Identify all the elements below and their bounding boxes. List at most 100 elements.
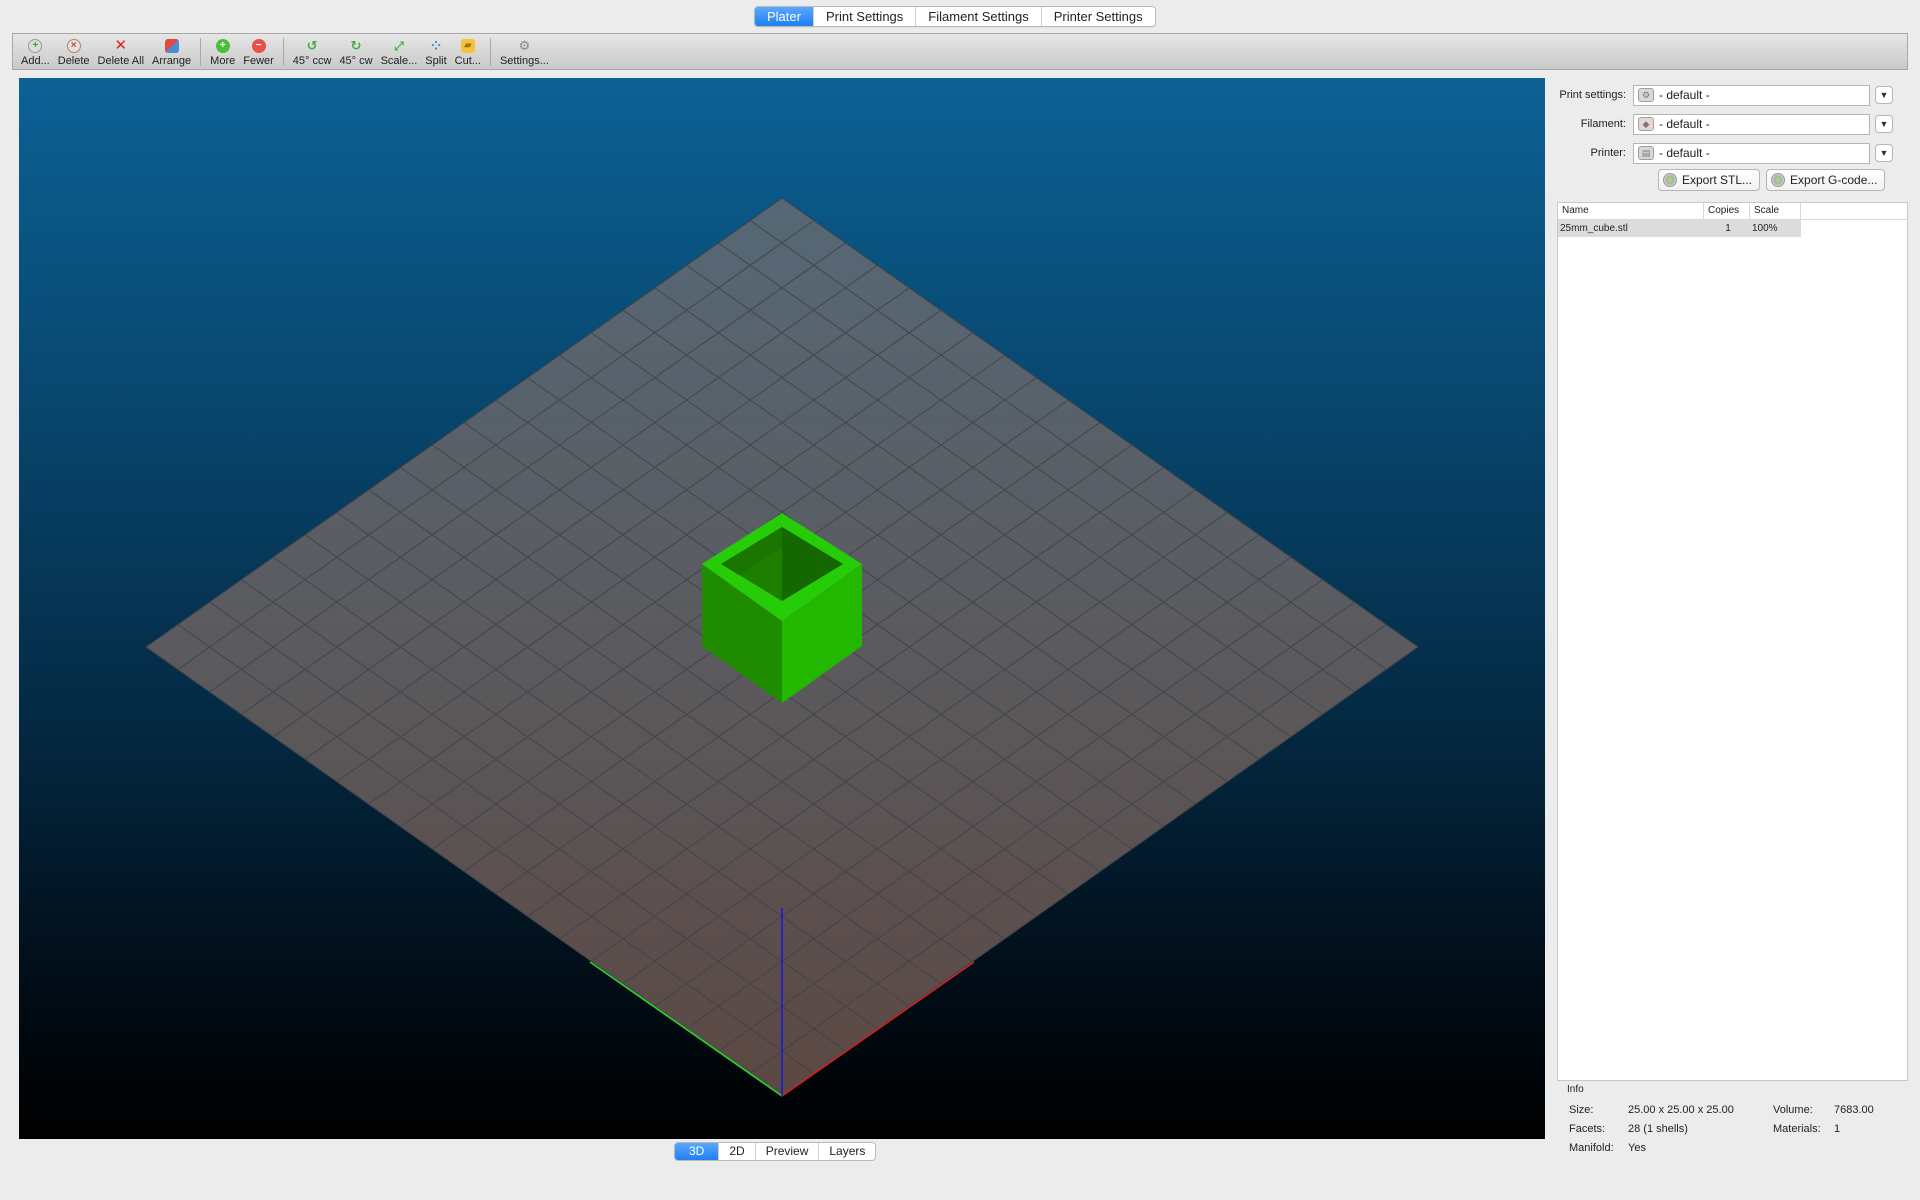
delete-button[interactable]: × Delete <box>58 34 90 67</box>
filament-combo[interactable]: ◆ - default - <box>1633 113 1870 135</box>
filament-row: Filament: ◆ - default - ▼ <box>1555 113 1910 135</box>
print-settings-gear-icon: ⚙ <box>1638 88 1654 102</box>
rotate-cw-button[interactable]: ↻ 45° cw <box>339 34 373 68</box>
object-scale: 100% <box>1752 223 1778 234</box>
rotate-ccw-icon: ↺ <box>306 38 318 53</box>
info-panel: Info Size: 25.00 x 25.00 x 25.00 Volume:… <box>1557 1082 1908 1163</box>
tab-plater[interactable]: Plater <box>755 7 813 26</box>
print-settings-value: - default - <box>1659 88 1710 102</box>
filament-spool-icon: ◆ <box>1638 117 1654 131</box>
printer-combo[interactable]: ▤ - default - <box>1633 142 1870 164</box>
volume-value: 7683.00 <box>1834 1104 1874 1116</box>
info-row-size: Size: 25.00 x 25.00 x 25.00 Volume: 7683… <box>1569 1104 1904 1118</box>
info-row-manifold: Manifold: Yes <box>1569 1142 1904 1156</box>
split-icon: ⁘ <box>430 39 441 53</box>
object-list-header: Name Copies Scale <box>1558 203 1907 220</box>
export-stl-label: Export STL... <box>1682 173 1753 187</box>
minus-icon: − <box>251 39 266 53</box>
materials-label: Materials: <box>1773 1123 1821 1135</box>
size-label: Size: <box>1569 1104 1594 1116</box>
table-row[interactable]: 25mm_cube.stl 1 100% <box>1558 220 1801 237</box>
add-label: Add... <box>21 55 50 67</box>
manifold-value: Yes <box>1628 1142 1646 1154</box>
chevron-down-icon[interactable]: ▼ <box>1875 144 1893 162</box>
arrange-label: Arrange <box>152 55 192 67</box>
right-panel: Print settings: ⚙ - default - ▼ Filament… <box>1555 78 1910 1163</box>
delete-all-label: Delete All <box>97 55 145 67</box>
size-value: 25.00 x 25.00 x 25.00 <box>1628 1104 1734 1116</box>
export-buttons: Export STL... Export G-code... <box>1658 169 1886 191</box>
export-stl-button[interactable]: Export STL... <box>1658 169 1761 191</box>
tab-printer-settings[interactable]: Printer Settings <box>1040 7 1155 26</box>
facets-label: Facets: <box>1569 1123 1606 1135</box>
arrange-icon <box>164 39 179 53</box>
printer-label: Printer: <box>1590 147 1626 159</box>
toolbar-separator <box>282 38 284 66</box>
tab-layers[interactable]: Layers <box>818 1143 875 1160</box>
printer-icon: ▤ <box>1638 146 1654 160</box>
print-settings-row: Print settings: ⚙ - default - ▼ <box>1555 84 1910 106</box>
tab-2d[interactable]: 2D <box>718 1143 754 1160</box>
export-gcode-icon <box>1771 173 1786 187</box>
more-label: More <box>210 55 236 67</box>
toolbar-separator <box>489 38 491 66</box>
object-copies: 1 <box>1725 223 1731 234</box>
export-stl-icon <box>1663 173 1677 187</box>
rotate-ccw-label: 45° ccw <box>292 55 332 67</box>
object-name: 25mm_cube.stl <box>1560 223 1628 234</box>
arrange-button[interactable]: Arrange <box>152 34 191 67</box>
cut-label: Cut... <box>454 55 481 67</box>
export-gcode-label: Export G-code... <box>1790 173 1878 187</box>
toolbar-separator <box>200 38 202 66</box>
chevron-down-icon[interactable]: ▼ <box>1875 115 1893 133</box>
plater-scene <box>145 197 1419 1097</box>
print-settings-label: Print settings: <box>1559 89 1626 101</box>
printer-value: - default - <box>1659 146 1710 160</box>
gear-icon: ⚙ <box>518 38 531 53</box>
plus-icon: + <box>215 39 230 53</box>
rotate-ccw-button[interactable]: ↺ 45° ccw <box>292 34 332 68</box>
tab-print-settings[interactable]: Print Settings <box>812 7 915 26</box>
facets-value: 28 (1 shells) <box>1628 1123 1688 1135</box>
printer-row: Printer: ▤ - default - ▼ <box>1555 142 1910 164</box>
split-label: Split <box>425 55 447 67</box>
top-tab-bar: Plater Print Settings Filament Settings … <box>754 6 1156 27</box>
settings-button[interactable]: ⚙ Settings... <box>500 34 549 68</box>
split-button[interactable]: ⁘ Split <box>425 34 446 67</box>
column-header-scale[interactable]: Scale <box>1750 203 1801 219</box>
add-button[interactable]: + Add... <box>21 34 50 67</box>
more-button[interactable]: + More <box>210 34 235 67</box>
volume-label: Volume: <box>1773 1104 1813 1116</box>
chevron-down-icon[interactable]: ▼ <box>1875 86 1893 104</box>
delete-all-button[interactable]: ✕ Delete All <box>98 34 144 67</box>
tab-preview[interactable]: Preview <box>754 1143 819 1160</box>
column-header-copies[interactable]: Copies <box>1704 203 1750 219</box>
export-gcode-button[interactable]: Export G-code... <box>1766 169 1886 191</box>
cut-button[interactable]: ▰ Cut... <box>455 34 481 67</box>
add-icon: + <box>28 39 43 53</box>
delete-label: Delete <box>57 55 90 67</box>
fewer-button[interactable]: − Fewer <box>243 34 274 67</box>
rotate-cw-label: 45° cw <box>339 55 373 67</box>
materials-value: 1 <box>1834 1123 1841 1135</box>
manifold-label: Manifold: <box>1569 1142 1614 1154</box>
scale-label: Scale... <box>380 55 418 67</box>
scale-button[interactable]: ⤢ Scale... <box>381 34 418 67</box>
object-list[interactable]: Name Copies Scale 25mm_cube.stl 1 100% <box>1557 202 1908 1081</box>
filament-label: Filament: <box>1580 118 1626 130</box>
column-header-name[interactable]: Name <box>1558 203 1704 219</box>
fewer-label: Fewer <box>243 55 274 67</box>
print-settings-combo[interactable]: ⚙ - default - <box>1633 84 1870 106</box>
scale-icon: ⤢ <box>394 39 404 53</box>
filament-value: - default - <box>1659 117 1710 131</box>
info-title: Info <box>1567 1084 1584 1095</box>
view-tab-bar: 3D 2D Preview Layers <box>674 1142 877 1161</box>
tab-3d[interactable]: 3D <box>675 1143 719 1160</box>
rotate-cw-icon: ↻ <box>350 38 362 53</box>
cut-icon: ▰ <box>460 39 475 53</box>
info-row-facets: Facets: 28 (1 shells) Materials: 1 <box>1569 1123 1904 1137</box>
3d-viewport[interactable] <box>19 78 1545 1139</box>
delete-icon: × <box>66 39 81 53</box>
tab-filament-settings[interactable]: Filament Settings <box>915 7 1040 26</box>
plater-toolbar: + Add... × Delete ✕ Delete All Arrange +… <box>12 33 1908 70</box>
